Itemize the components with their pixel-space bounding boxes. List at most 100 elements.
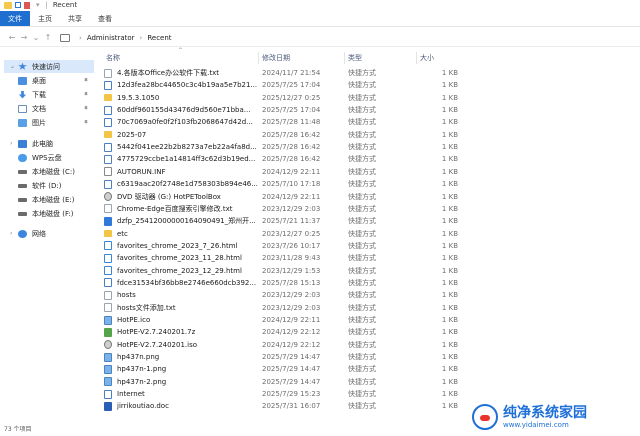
sidebar-item[interactable]: › 网络 bbox=[4, 227, 94, 240]
column-header-name[interactable]: 名称 bbox=[106, 52, 120, 64]
tab-file[interactable]: 文件 bbox=[0, 11, 30, 26]
table-row[interactable]: favorites_chrome_2023_12_29.html 2023/12/… bbox=[100, 265, 640, 277]
breadcrumb-item-administrator[interactable]: Administrator bbox=[87, 34, 135, 42]
file-date: 2024/12/9 22:11 bbox=[262, 192, 321, 201]
table-row[interactable]: favorites_chrome_2023_11_28.html 2023/11/… bbox=[100, 252, 640, 264]
sidebar-item[interactable]: 本地磁盘 (C:) bbox=[4, 165, 94, 178]
table-row[interactable]: HotPE-V2.7.240201.7z 2024/12/9 22:12 快捷方式 1… bbox=[100, 326, 640, 338]
file-name: 2025-07 bbox=[117, 130, 147, 139]
table-row[interactable]: 4775729ccbe1a14814ff3c62d3b19ed... 2025/7… bbox=[100, 153, 640, 165]
table-row[interactable]: hosts文件添加.txt 2023/12/29 2:03 快捷方式 1 KB bbox=[100, 302, 640, 314]
drive-icon bbox=[18, 197, 27, 202]
address-bar: ← → ⌄ ↑ › Administrator › Recent bbox=[0, 29, 640, 47]
sidebar-item[interactable]: WPS云盘 bbox=[4, 151, 94, 164]
tab-home[interactable]: 主页 bbox=[30, 11, 60, 26]
table-row[interactable]: 12d3fea28bc44650c3c4b19aa5e7b21... 2025/7… bbox=[100, 79, 640, 91]
sidebar-item[interactable]: 本地磁盘 (F:) bbox=[4, 207, 94, 220]
text-file-icon bbox=[104, 290, 112, 300]
file-date: 2025/7/10 17:18 bbox=[262, 180, 321, 189]
image-file-icon bbox=[104, 315, 112, 325]
tab-share[interactable]: 共享 bbox=[60, 11, 90, 26]
sidebar-item[interactable]: 图片 bbox=[4, 116, 94, 129]
forward-arrow-icon[interactable]: → bbox=[18, 33, 30, 42]
file-type: 快捷方式 bbox=[348, 180, 376, 189]
sidebar-item-label: 本地磁盘 (C:) bbox=[32, 167, 75, 176]
sidebar-item[interactable]: 本地磁盘 (E:) bbox=[4, 193, 94, 206]
breadcrumb-item-recent[interactable]: Recent bbox=[147, 34, 171, 42]
sidebar-item[interactable]: 文档 bbox=[4, 102, 94, 115]
file-size: 1 KB bbox=[441, 328, 458, 337]
file-name-cell: hp437n-1.png bbox=[104, 364, 260, 374]
file-size: 1 KB bbox=[441, 143, 458, 152]
table-row[interactable]: 19.5.3.1050 2025/12/27 0:25 快捷方式 1 KB bbox=[100, 92, 640, 104]
file-name: DVD 驱动器 (G:) HotPEToolBox bbox=[117, 192, 221, 201]
word-doc-icon bbox=[104, 401, 112, 411]
up-arrow-icon[interactable]: ↑ bbox=[42, 33, 54, 42]
column-header-date[interactable]: 修改日期 bbox=[262, 52, 290, 64]
sidebar-item[interactable]: 下载 bbox=[4, 88, 94, 101]
table-row[interactable]: Internet 2025/7/29 15:23 快捷方式 1 KB bbox=[100, 388, 640, 400]
file-date: 2025/7/29 14:47 bbox=[262, 365, 321, 374]
table-row[interactable]: 70c7069a0fe0f2f103fb2068647d42d... 2025/7… bbox=[100, 116, 640, 128]
file-name: Chrome-Edge百度搜索引擎修改.txt bbox=[117, 204, 233, 213]
sidebar-item[interactable]: 软件 (D:) bbox=[4, 179, 94, 192]
file-name-cell: dzfp_25412000000164090491_郑州开... bbox=[104, 216, 260, 226]
table-row[interactable]: 5442f041ee22b2b8273a7eb22a4fa8d... 2025/7… bbox=[100, 141, 640, 153]
file-type: 快捷方式 bbox=[348, 143, 376, 152]
column-divider[interactable] bbox=[344, 52, 345, 64]
recent-locations-icon[interactable]: ⌄ bbox=[30, 33, 42, 42]
breadcrumb-separator-icon: › bbox=[79, 33, 82, 42]
table-row[interactable]: c6319aac20f2748e1d758303b894e46... 2025/7… bbox=[100, 178, 640, 190]
text-file-icon bbox=[104, 303, 112, 313]
file-date: 2023/12/29 2:03 bbox=[262, 204, 321, 213]
table-row[interactable]: 60ddf960155d43476d9d560e71bba... 2025/7/2… bbox=[100, 104, 640, 116]
navigation-pane: ⌄ 快速访问 桌面 下载 文档 图片 › 此电脑 WPS云盘 本地磁盘 (C:) 软件 (D:) 本地… bbox=[0, 56, 98, 416]
table-row[interactable]: HotPE.ico 2024/12/9 22:11 快捷方式 1 KB bbox=[100, 314, 640, 326]
breadcrumb[interactable]: › Administrator › Recent bbox=[60, 31, 172, 45]
sidebar-item-label: 此电脑 bbox=[32, 139, 53, 148]
chevron-down-icon[interactable]: ▾ bbox=[36, 1, 40, 9]
table-row[interactable]: DVD 驱动器 (G:) HotPEToolBox 2024/12/9 22:11… bbox=[100, 191, 640, 203]
file-size: 1 KB bbox=[441, 254, 458, 263]
sidebar-item[interactable]: ⌄ 快速访问 bbox=[4, 60, 94, 73]
table-row[interactable]: dzfp_25412000000164090491_郑州开... 2025/7/2… bbox=[100, 215, 640, 227]
table-row[interactable]: AUTORUN.INF 2024/12/9 22:11 快捷方式 1 KB bbox=[100, 166, 640, 178]
sidebar-item[interactable]: 桌面 bbox=[4, 74, 94, 87]
column-divider[interactable] bbox=[258, 52, 259, 64]
sidebar-item[interactable]: › 此电脑 bbox=[4, 137, 94, 150]
column-header-type[interactable]: 类型 bbox=[348, 52, 362, 64]
new-folder-icon[interactable] bbox=[24, 1, 30, 9]
column-divider[interactable] bbox=[416, 52, 417, 64]
file-type: 快捷方式 bbox=[348, 328, 376, 337]
table-row[interactable]: 2025-07 2025/7/28 16:42 快捷方式 1 KB bbox=[100, 129, 640, 141]
computer-icon bbox=[60, 33, 70, 42]
back-arrow-icon[interactable]: ← bbox=[6, 33, 18, 42]
column-header-size[interactable]: 大小 bbox=[420, 52, 434, 64]
chevron-down-icon[interactable]: ⌄ bbox=[10, 63, 15, 70]
table-row[interactable]: Chrome-Edge百度搜索引擎修改.txt 2023/12/29 2:03 快捷… bbox=[100, 203, 640, 215]
file-date: 2024/12/9 22:12 bbox=[262, 328, 321, 337]
file-size: 1 KB bbox=[441, 180, 458, 189]
properties-icon[interactable] bbox=[15, 2, 21, 8]
table-row[interactable]: hp437n.png 2025/7/29 14:47 快捷方式 1 KB bbox=[100, 351, 640, 363]
file-name-cell: hp437n.png bbox=[104, 352, 260, 362]
table-row[interactable]: HotPE-V2.7.240201.iso 2024/12/9 22:12 快捷方式… bbox=[100, 339, 640, 351]
watermark-url: www.yidaimei.com bbox=[503, 420, 569, 429]
table-row[interactable]: 4.各版本Office办公软件下载.txt 2024/11/7 21:54 快捷方式… bbox=[100, 67, 640, 79]
file-name-cell: favorites_chrome_2023_7_26.html bbox=[104, 241, 260, 251]
folder-icon bbox=[4, 1, 12, 9]
table-row[interactable]: etc 2023/12/27 0:25 快捷方式 1 KB bbox=[100, 228, 640, 240]
table-row[interactable]: hp437n-2.png 2025/7/29 14:47 快捷方式 1 KB bbox=[100, 376, 640, 388]
table-row[interactable]: hp437n-1.png 2025/7/29 14:47 快捷方式 1 KB bbox=[100, 363, 640, 375]
ribbon-tabs: 文件 主页 共享 查看 bbox=[0, 11, 640, 27]
table-row[interactable]: hosts 2023/12/29 2:03 快捷方式 1 KB bbox=[100, 289, 640, 301]
file-type: 快捷方式 bbox=[348, 316, 376, 324]
table-row[interactable]: favorites_chrome_2023_7_26.html 2023/7/26… bbox=[100, 240, 640, 252]
chevron-right-icon[interactable]: › bbox=[10, 140, 12, 147]
file-name-cell: AUTORUN.INF bbox=[104, 167, 260, 177]
chevron-right-icon[interactable]: › bbox=[10, 230, 12, 237]
drive-icon bbox=[18, 169, 27, 174]
tab-view[interactable]: 查看 bbox=[90, 11, 120, 26]
table-row[interactable]: fdce31534bf36bb8e2746e660dcb392... 2025/7… bbox=[100, 277, 640, 289]
file-name: favorites_chrome_2023_7_26.html bbox=[117, 241, 238, 250]
